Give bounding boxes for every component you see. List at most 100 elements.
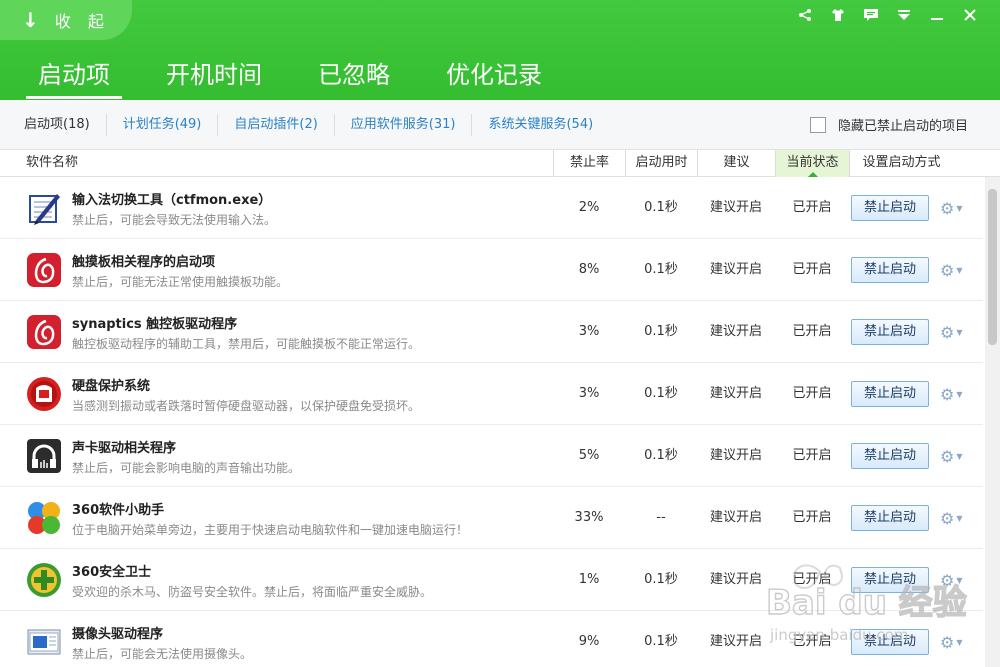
collapse-label: 收 起 — [54, 12, 110, 31]
row-rate: 33% — [574, 510, 604, 525]
subtab-startup[interactable]: 启动项(18) — [0, 113, 107, 136]
gear-icon: ⚙ — [940, 198, 955, 218]
row-time: 0.1秒 — [644, 200, 678, 215]
tab-startup[interactable]: 启动项 — [26, 55, 122, 99]
gear-dropdown-button[interactable]: ⚙ ▼ — [940, 570, 968, 590]
row-rate: 8% — [578, 262, 600, 277]
row-desc: 禁止后，可能无法正常使用触摸板功能。 — [72, 275, 289, 289]
table-row[interactable]: 摄像头驱动程序 禁止后，可能会无法使用摄像头。 9% 0.1秒 建议开启 已开启 禁止启动 ⚙… — [0, 611, 983, 667]
row-time: 0.1秒 — [644, 634, 678, 649]
col-setting[interactable]: 设置启动方式 — [849, 150, 953, 177]
subtab-plugins[interactable]: 自启动插件(2) — [218, 113, 335, 136]
col-time[interactable]: 启动用时 — [625, 150, 697, 177]
close-icon[interactable] — [953, 4, 986, 26]
chevron-down-icon: ▼ — [956, 389, 963, 399]
chevron-down-icon: ▼ — [956, 575, 963, 585]
row-time: 0.1秒 — [644, 572, 678, 587]
row-state: 已开启 — [792, 448, 832, 463]
startup-list: 输入法切换工具（ctfmon.exe） 禁止后，可能会导致无法使用输入法。 2% 0.… — [0, 177, 983, 667]
gear-icon: ⚙ — [940, 260, 955, 280]
col-advice[interactable]: 建议 — [697, 150, 775, 177]
collapse-button[interactable]: ↓ 收 起 — [0, 0, 132, 40]
chevron-down-icon: ▼ — [956, 513, 963, 523]
row-advice: 建议开启 — [709, 448, 762, 463]
gear-icon: ⚙ — [940, 322, 955, 342]
gear-icon: ⚙ — [940, 632, 955, 652]
row-desc: 禁止后，可能会影响电脑的声音输出功能。 — [72, 461, 301, 475]
row-state: 已开启 — [792, 262, 832, 277]
row-desc: 当感测到振动或者跌落时暂停硬盘驱动器，以保护硬盘免受损坏。 — [72, 399, 421, 413]
row-time: 0.1秒 — [644, 448, 678, 463]
row-desc: 位于电脑开始菜单旁边，主要用于快速启动电脑软件和一键加速电脑运行！ — [72, 523, 469, 537]
row-time: 0.1秒 — [644, 262, 678, 277]
row-rate: 1% — [578, 572, 600, 587]
gear-icon: ⚙ — [940, 384, 955, 404]
disable-startup-button[interactable]: 禁止启动 — [851, 381, 929, 407]
table-row[interactable]: 360软件小助手位于电脑开始菜单旁边，主要用于快速启动电脑软件和一键加速电脑运行… — [0, 487, 983, 549]
window-controls — [788, 4, 986, 26]
chevron-down-icon: ▼ — [956, 265, 963, 275]
table-row[interactable]: 声卡驱动相关程序 禁止后，可能会影响电脑的声音输出功能。 5% 0.1秒 建议开启 已开启… — [0, 425, 983, 487]
gear-dropdown-button[interactable]: ⚙ ▼ — [940, 632, 968, 652]
row-state: 已开启 — [792, 572, 832, 587]
subtab-app-services[interactable]: 应用软件服务(31) — [335, 113, 473, 136]
col-state[interactable]: 当前状态 — [775, 150, 849, 177]
synaptics-icon — [26, 314, 62, 350]
header-bar: ↓ 收 起 启动项 开机时间 已忽略 优化记录 — [0, 0, 1000, 100]
row-name: 360软件小助手 — [72, 503, 165, 518]
disable-startup-button[interactable]: 禁止启动 — [851, 319, 929, 345]
gear-dropdown-button[interactable]: ⚙ ▼ — [940, 322, 968, 342]
row-name: 声卡驱动相关程序 — [72, 441, 177, 456]
disable-startup-button[interactable]: 禁止启动 — [851, 567, 929, 593]
subtab-system-services[interactable]: 系统关键服务(54) — [472, 114, 609, 136]
row-desc: 禁止后，可能会导致无法使用输入法。 — [72, 213, 277, 227]
row-state: 已开启 — [792, 200, 832, 215]
table-row[interactable]: 硬盘保护系统 当感测到振动或者跌落时暂停硬盘驱动器，以保护硬盘免受损坏。 3% 0.1… — [0, 363, 983, 425]
row-state: 已开启 — [792, 386, 832, 401]
row-time: 0.1秒 — [644, 386, 678, 401]
tab-boot-time[interactable]: 开机时间 — [154, 55, 274, 99]
chevron-down-icon: ▼ — [956, 203, 963, 213]
skin-shirt-icon[interactable] — [821, 4, 854, 26]
gear-dropdown-button[interactable]: ⚙ ▼ — [940, 446, 968, 466]
row-rate: 3% — [578, 324, 600, 339]
hide-disabled-option: 隐藏已禁止启动的项目 — [809, 115, 968, 134]
row-state: 已开启 — [792, 634, 832, 649]
disk-protect-icon — [26, 376, 62, 412]
disable-startup-button[interactable]: 禁止启动 — [851, 195, 929, 221]
disable-startup-button[interactable]: 禁止启动 — [851, 505, 929, 531]
pen-notepad-icon — [26, 190, 62, 226]
feedback-icon[interactable] — [854, 4, 887, 26]
gear-dropdown-button[interactable]: ⚙ ▼ — [940, 260, 968, 280]
chevron-down-icon: ▼ — [956, 637, 963, 647]
row-advice: 建议开启 — [709, 572, 762, 587]
table-row[interactable]: synaptics 触控板驱动程序 触控板驱动程序的辅助工具，禁用后，可能触摸板不… — [0, 301, 983, 363]
synaptics-icon — [26, 252, 62, 288]
minimize-icon[interactable] — [920, 4, 953, 26]
tab-optimize-log[interactable]: 优化记录 — [434, 55, 554, 99]
row-advice: 建议开启 — [709, 200, 762, 215]
menu-icon[interactable] — [887, 4, 920, 26]
column-header: 软件名称 禁止率 启动用时 建议 当前状态 设置启动方式 — [0, 150, 1000, 177]
hide-disabled-checkbox[interactable] — [809, 116, 826, 133]
scrollbar[interactable] — [985, 177, 1000, 667]
table-row[interactable]: 输入法切换工具（ctfmon.exe） 禁止后，可能会导致无法使用输入法。 2% 0.… — [0, 177, 983, 239]
table-row[interactable]: 360安全卫士 受欢迎的杀木马、防盗号安全软件。禁止后，将面临严重安全威胁。 1% 0… — [0, 549, 983, 611]
disable-startup-button[interactable]: 禁止启动 — [851, 257, 929, 283]
row-rate: 3% — [578, 386, 600, 401]
table-row[interactable]: 触摸板相关程序的启动项 禁止后，可能无法正常使用触摸板功能。 8% 0.1秒 建议开启 已… — [0, 239, 983, 301]
scrollbar-thumb[interactable] — [988, 189, 997, 345]
gear-dropdown-button[interactable]: ⚙ ▼ — [940, 198, 968, 218]
row-advice: 建议开启 — [709, 510, 762, 525]
share-icon[interactable] — [788, 4, 821, 26]
row-advice: 建议开启 — [709, 324, 762, 339]
col-rate[interactable]: 禁止率 — [553, 150, 625, 177]
gear-dropdown-button[interactable]: ⚙ ▼ — [940, 384, 968, 404]
col-name[interactable]: 软件名称 — [26, 150, 78, 177]
tab-ignored[interactable]: 已忽略 — [306, 55, 402, 99]
sub-tab-bar: 启动项(18) 计划任务(49) 自启动插件(2) 应用软件服务(31) 系统关… — [0, 100, 1000, 150]
subtab-scheduled-tasks[interactable]: 计划任务(49) — [107, 113, 219, 136]
disable-startup-button[interactable]: 禁止启动 — [851, 629, 929, 655]
disable-startup-button[interactable]: 禁止启动 — [851, 443, 929, 469]
gear-dropdown-button[interactable]: ⚙ ▼ — [940, 508, 968, 528]
